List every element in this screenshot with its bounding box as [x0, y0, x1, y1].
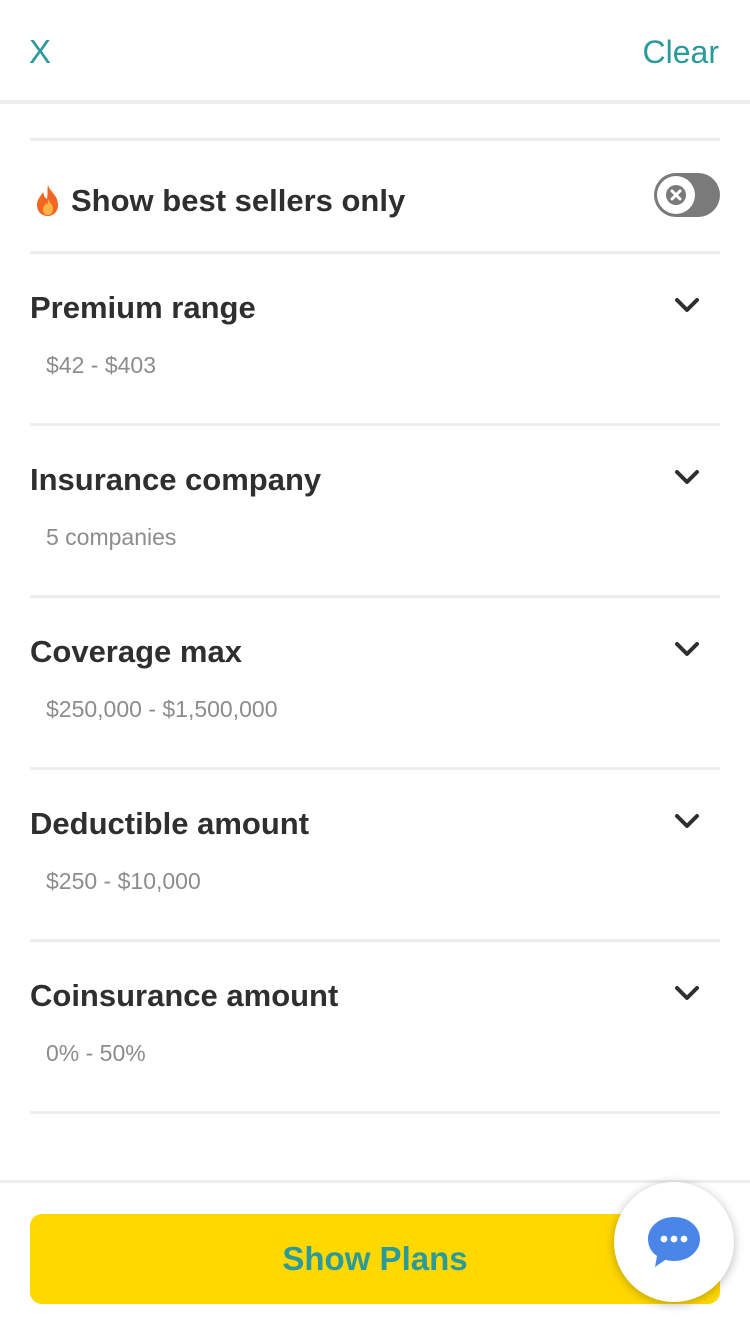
chat-button[interactable] — [614, 1182, 734, 1302]
chevron-down-icon — [675, 642, 699, 656]
chat-bubble-icon — [648, 1217, 700, 1267]
filter-premium-range[interactable]: Premium range $42 - $403 — [30, 254, 720, 423]
filter-title: Coinsurance amount — [30, 978, 339, 1013]
fire-icon — [32, 183, 64, 217]
close-icon — [666, 185, 686, 205]
chevron-down-icon — [675, 986, 699, 1000]
chevron-down-icon — [675, 814, 699, 828]
best-sellers-label: Show best sellers only — [71, 183, 406, 218]
filter-title: Deductible amount — [30, 806, 310, 841]
filter-list: Show best sellers only Premium range $42… — [30, 138, 720, 1114]
best-sellers-toggle[interactable] — [654, 173, 720, 217]
filter-value: 0% - 50% — [46, 1040, 146, 1066]
filter-value: $42 - $403 — [46, 352, 156, 378]
filter-title: Coverage max — [30, 634, 242, 669]
filter-deductible-amount[interactable]: Deductible amount $250 - $10,000 — [30, 770, 720, 939]
filter-value: 5 companies — [46, 524, 177, 550]
filter-value: $250 - $10,000 — [46, 868, 201, 894]
toggle-knob — [657, 176, 695, 214]
filter-value: $250,000 - $1,500,000 — [46, 696, 278, 722]
filter-title: Insurance company — [30, 462, 322, 497]
filter-coverage-max[interactable]: Coverage max $250,000 - $1,500,000 — [30, 598, 720, 767]
top-bar: X Clear — [0, 0, 750, 104]
divider — [30, 1111, 720, 1114]
chevron-down-icon — [675, 298, 699, 312]
filter-insurance-company[interactable]: Insurance company 5 companies — [30, 426, 720, 595]
filter-coinsurance-amount[interactable]: Coinsurance amount 0% - 50% — [30, 942, 720, 1111]
best-sellers-row: Show best sellers only — [30, 141, 720, 251]
filter-title: Premium range — [30, 290, 256, 325]
clear-button[interactable]: Clear — [643, 32, 719, 72]
close-button[interactable]: X — [29, 32, 51, 72]
chevron-down-icon — [675, 470, 699, 484]
